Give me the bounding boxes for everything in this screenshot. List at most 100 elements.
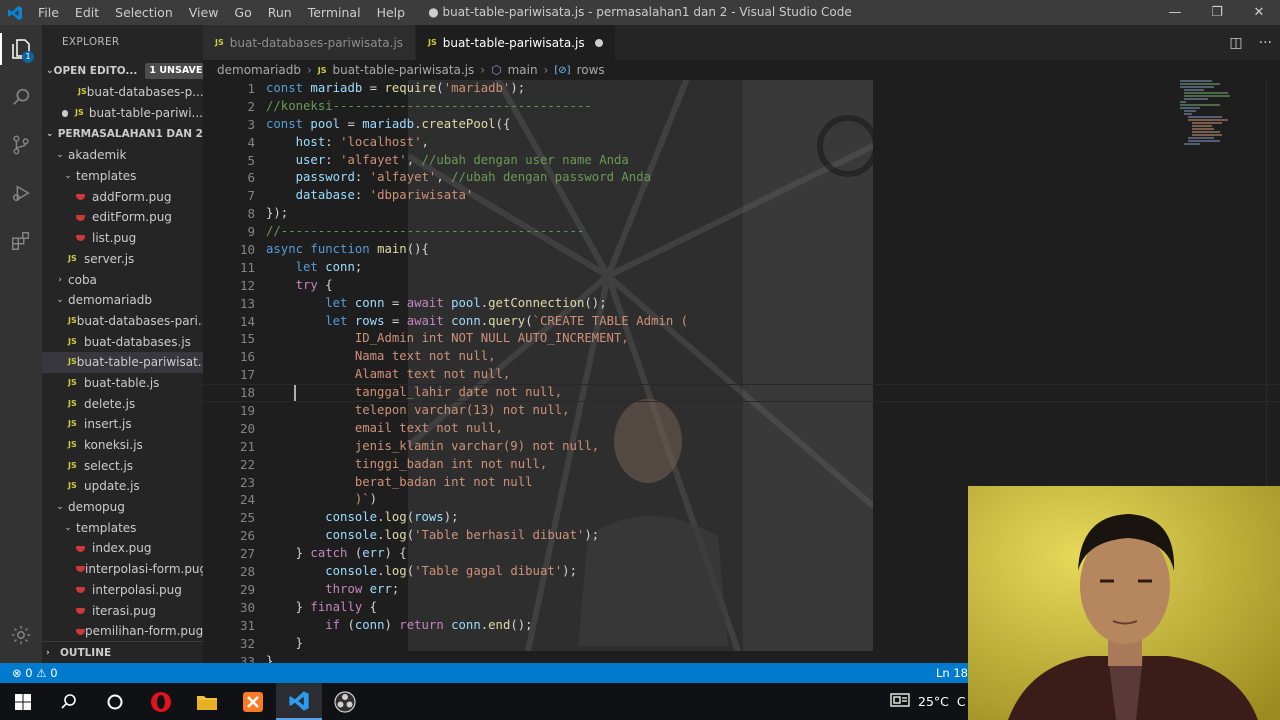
tree-item[interactable]: JS buat-databases.js (42, 332, 203, 353)
modified-dot-icon[interactable] (594, 38, 603, 47)
tree-item[interactable]: ⌄ demopug (42, 497, 203, 518)
tree-item[interactable]: interpolasi.pug (42, 580, 203, 601)
explorer-icon[interactable]: 1 (0, 25, 42, 73)
file-explorer-icon[interactable] (184, 683, 230, 720)
code-line[interactable]: database: 'dbpariwisata' (266, 187, 688, 205)
tree-item[interactable]: iterasi.pug (42, 601, 203, 622)
menu-item-file[interactable]: File (30, 0, 67, 25)
code-line[interactable]: const mariadb = require('mariadb'); (266, 80, 688, 98)
code-line[interactable]: let conn = await pool.getConnection(); (266, 295, 688, 313)
tree-item[interactable]: JS insert.js (42, 414, 203, 435)
code-line[interactable]: console.log('Table berhasil dibuat'); (266, 527, 688, 545)
tree-item[interactable]: JS buat-databases-pari... (42, 311, 203, 332)
minimize-button[interactable]: — (1154, 0, 1196, 25)
code-line[interactable]: tanggal_lahir date not null, (266, 384, 688, 402)
code-line[interactable]: password: 'alfayet', //ubah dengan passw… (266, 169, 688, 187)
code-line[interactable]: let rows = await conn.query(`CREATE TABL… (266, 313, 688, 331)
open-editors-header[interactable]: ⌄ OPEN EDITO... 1 UNSAVED (42, 60, 203, 82)
close-button[interactable]: ✕ (1238, 0, 1280, 25)
tree-item[interactable]: JS koneksi.js (42, 435, 203, 456)
breadcrumb-file[interactable]: buat-table-pariwisata.js (333, 63, 475, 77)
tree-item[interactable]: list.pug (42, 228, 203, 249)
code-line[interactable]: //--------------------------------------… (266, 223, 688, 241)
open-editor-item[interactable]: JS buat-databases-p... (42, 82, 203, 103)
code-line[interactable]: console.log('Table gagal dibuat'); (266, 563, 688, 581)
code-line[interactable]: try { (266, 277, 688, 295)
code-line[interactable]: jenis_klamin varchar(9) not null, (266, 438, 688, 456)
tree-item[interactable]: index.pug (42, 538, 203, 559)
tree-item[interactable]: JS update.js (42, 476, 203, 497)
tree-item[interactable]: ⌄ templates (42, 166, 203, 187)
code-line[interactable]: const pool = mariadb.createPool({ (266, 116, 688, 134)
more-actions-icon[interactable]: ··· (1259, 35, 1272, 51)
opera-browser-icon[interactable] (138, 683, 184, 720)
breadcrumb-function[interactable]: main (508, 63, 538, 77)
code-line[interactable]: //koneksi-------------------------------… (266, 98, 688, 116)
tree-item[interactable]: addForm.pug (42, 187, 203, 208)
code-line[interactable]: let conn; (266, 259, 688, 277)
cursor-position[interactable]: Ln 18 (936, 666, 968, 680)
menu-item-run[interactable]: Run (260, 0, 300, 25)
code-line[interactable]: host: 'localhost', (266, 134, 688, 152)
code-line[interactable]: )`) (266, 491, 688, 509)
code-line[interactable]: Nama text not null, (266, 348, 688, 366)
tree-item[interactable]: JS delete.js (42, 394, 203, 415)
tree-item[interactable]: › coba (42, 270, 203, 291)
menu-item-go[interactable]: Go (226, 0, 259, 25)
vscode-taskbar-icon[interactable] (276, 683, 322, 720)
code-line[interactable]: throw err; (266, 581, 688, 599)
code-line[interactable]: console.log(rows); (266, 509, 688, 527)
tree-item[interactable]: JS buat-table.js (42, 373, 203, 394)
menu-item-help[interactable]: Help (369, 0, 414, 25)
code-line[interactable]: } finally { (266, 599, 688, 617)
tree-item[interactable]: interpolasi-form.pug (42, 559, 203, 580)
obs-icon[interactable] (322, 683, 368, 720)
source-control-icon[interactable] (0, 121, 42, 169)
tree-item[interactable]: JS server.js (42, 249, 203, 270)
split-editor-icon[interactable]: ◫ (1229, 35, 1242, 51)
search-icon[interactable] (46, 683, 92, 720)
unsaved-dot-icon[interactable] (62, 109, 69, 117)
tree-item[interactable]: editForm.pug (42, 207, 203, 228)
code-line[interactable]: email text not null, (266, 420, 688, 438)
tree-item[interactable]: ⌄ akademik (42, 145, 203, 166)
code-line[interactable]: berat_badan int not null (266, 474, 688, 492)
code-line[interactable]: } (266, 653, 688, 664)
code-line[interactable]: user: 'alfayet', //ubah dengan user name… (266, 152, 688, 170)
cortana-icon[interactable] (92, 683, 138, 720)
workspace-header[interactable]: ⌄ PERMASALAHAN1 DAN 2 (42, 123, 203, 145)
minimap[interactable] (1180, 80, 1250, 150)
menu-item-view[interactable]: View (181, 0, 227, 25)
code-line[interactable]: async function main(){ (266, 241, 688, 259)
code-line[interactable]: tinggi_badan int not null, (266, 456, 688, 474)
code-line[interactable]: ID_Admin int NOT NULL AUTO_INCREMENT, (266, 330, 688, 348)
maximize-button[interactable]: ❐ (1196, 0, 1238, 25)
code-line[interactable]: } (266, 635, 688, 653)
code-line[interactable]: if (conn) return conn.end(); (266, 617, 688, 635)
tree-item[interactable]: ⌄ demomariadb (42, 290, 203, 311)
tree-item[interactable]: JS buat-table-pariwisat... (42, 352, 203, 373)
outline-header[interactable]: › OUTLINE (42, 641, 203, 663)
menu-item-selection[interactable]: Selection (107, 0, 181, 25)
tree-item[interactable]: ⌄ templates (42, 518, 203, 539)
search-icon[interactable] (0, 73, 42, 121)
breadcrumb-variable[interactable]: rows (577, 63, 605, 77)
settings-gear-icon[interactable] (0, 611, 42, 659)
code-line[interactable]: } catch (err) { (266, 545, 688, 563)
extensions-icon[interactable] (0, 217, 42, 265)
run-debug-icon[interactable] (0, 169, 42, 217)
breadcrumb-folder[interactable]: demomariadb (217, 63, 301, 77)
menu-item-terminal[interactable]: Terminal (300, 0, 369, 25)
temperature[interactable]: 25°C (918, 694, 949, 709)
code-line[interactable]: telepon varchar(13) not null, (266, 402, 688, 420)
code-line[interactable]: }); (266, 205, 688, 223)
tree-item[interactable]: JS select.js (42, 456, 203, 477)
code-line[interactable]: Alamat text not null, (266, 366, 688, 384)
windows-start-icon[interactable] (0, 683, 46, 720)
xampp-icon[interactable] (230, 683, 276, 720)
problems-indicator[interactable]: ⊗ 0 ⚠ 0 (0, 666, 58, 680)
tab-buat-databases-pariwisata[interactable]: JS buat-databases-pariwisata.js (203, 25, 417, 60)
weather-icon[interactable] (890, 692, 910, 711)
tree-item[interactable]: pemilihan-form.pug (42, 621, 203, 642)
open-editor-item[interactable]: JS buat-table-pariwi... (42, 103, 203, 124)
